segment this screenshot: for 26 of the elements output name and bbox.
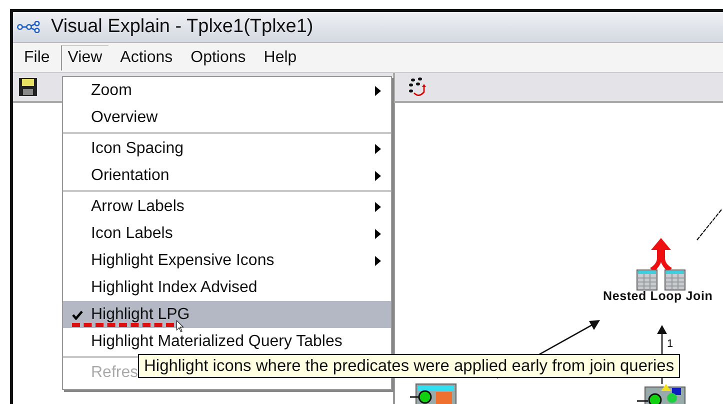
index-probe-icon[interactable] <box>637 384 686 404</box>
menu-item[interactable]: Arrow Labels <box>63 193 391 220</box>
menu-item[interactable]: Icon Labels <box>63 220 391 247</box>
menu-item[interactable]: Highlight Expensive Icons <box>63 247 391 274</box>
menu-item[interactable]: Icon Spacing <box>63 135 391 162</box>
menu-item[interactable]: Actions <box>113 44 180 70</box>
join-icon[interactable] <box>636 238 686 290</box>
menu-item[interactable]: Highlight Materialized Query Tables <box>63 328 391 355</box>
menu-item[interactable]: File <box>17 44 57 70</box>
footprints-icon[interactable] <box>407 76 429 98</box>
menu-item[interactable]: Highlight LPG <box>63 301 391 328</box>
window-title: Visual Explain - Tplxe1(Tplxe1) <box>51 16 314 38</box>
node-label: Nested Loop Join <box>603 289 713 303</box>
connector-line <box>696 208 722 240</box>
menu-item[interactable]: Overview <box>63 104 391 131</box>
menu-item[interactable]: Options <box>184 44 253 70</box>
tooltip: Highlight icons where the predicates were applied early from join queries <box>138 354 680 378</box>
menu-item[interactable]: Zoom <box>63 77 391 104</box>
menu-item[interactable]: Orientation <box>63 162 391 189</box>
table-scan-icon[interactable] <box>410 384 456 404</box>
save-icon[interactable] <box>18 77 38 97</box>
arrow-label: 1 <box>667 338 674 350</box>
menu-item[interactable]: View <box>60 44 110 70</box>
cursor-icon <box>176 320 184 333</box>
menu-item[interactable]: Help <box>256 44 304 70</box>
menu-item[interactable]: Highlight Index Advised <box>63 274 391 301</box>
